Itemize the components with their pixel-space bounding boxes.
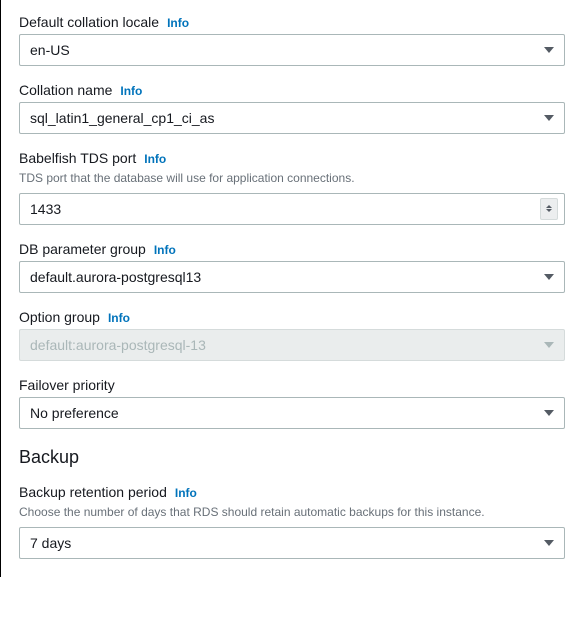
tds-port-input[interactable]: 1433 [19,193,565,225]
stepper-up-icon [546,205,552,208]
backup-retention-select[interactable]: 7 days [19,527,565,559]
stepper-down-icon [546,209,552,212]
parameter-group-select[interactable]: default.aurora-postgresql13 [19,261,565,293]
backup-retention-label: Backup retention period [19,484,167,500]
backup-heading: Backup [19,447,565,468]
collation-name-value: sql_latin1_general_cp1_ci_as [30,110,214,126]
chevron-down-icon [544,115,554,121]
collation-name-label: Collation name [19,82,112,98]
failover-priority-value: No preference [30,405,119,421]
tds-port-value: 1433 [30,201,61,217]
collation-locale-label: Default collation locale [19,14,159,30]
option-group-label: Option group [19,309,100,325]
field-parameter-group: DB parameter group Info default.aurora-p… [19,241,565,293]
info-link-option-group[interactable]: Info [108,311,130,325]
info-link-backup-retention[interactable]: Info [175,486,197,500]
info-link-collation-locale[interactable]: Info [167,16,189,30]
info-link-collation-name[interactable]: Info [120,84,142,98]
field-tds-port: Babelfish TDS port Info TDS port that th… [19,150,565,225]
info-link-parameter-group[interactable]: Info [154,243,176,257]
field-backup-retention: Backup retention period Info Choose the … [19,484,565,559]
tds-port-help: TDS port that the database will use for … [19,170,565,187]
failover-priority-label: Failover priority [19,377,115,393]
chevron-down-icon [544,342,554,348]
field-collation-locale: Default collation locale Info en-US [19,14,565,66]
parameter-group-value: default.aurora-postgresql13 [30,269,201,285]
backup-retention-help: Choose the number of days that RDS shoul… [19,504,565,521]
field-option-group: Option group Info default:aurora-postgre… [19,309,565,361]
chevron-down-icon [544,410,554,416]
chevron-down-icon [544,47,554,53]
failover-priority-select[interactable]: No preference [19,397,565,429]
collation-locale-select[interactable]: en-US [19,34,565,66]
option-group-select: default:aurora-postgresql-13 [19,329,565,361]
backup-retention-value: 7 days [30,535,71,551]
chevron-down-icon [544,540,554,546]
parameter-group-label: DB parameter group [19,241,146,257]
tds-port-label: Babelfish TDS port [19,150,136,166]
collation-name-select[interactable]: sql_latin1_general_cp1_ci_as [19,102,565,134]
collation-locale-value: en-US [30,42,70,58]
chevron-down-icon [544,274,554,280]
field-collation-name: Collation name Info sql_latin1_general_c… [19,82,565,134]
option-group-value: default:aurora-postgresql-13 [30,337,206,353]
info-link-tds-port[interactable]: Info [144,152,166,166]
field-failover-priority: Failover priority No preference [19,377,565,429]
number-stepper[interactable] [540,198,558,220]
